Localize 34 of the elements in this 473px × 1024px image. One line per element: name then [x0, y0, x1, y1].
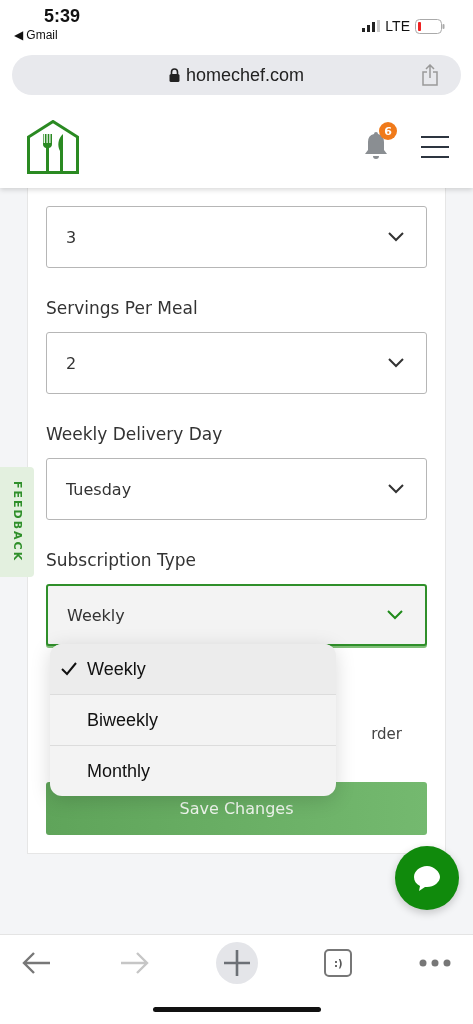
partial-text: rder: [371, 725, 402, 743]
chevron-down-icon: [387, 610, 403, 620]
tabs-button[interactable]: :): [324, 949, 353, 977]
menu-icon[interactable]: [421, 135, 449, 159]
new-tab-button[interactable]: [215, 942, 258, 984]
back-arrow-icon[interactable]: [22, 951, 52, 975]
speech-bubble-icon: [413, 865, 441, 891]
dropdown-option[interactable]: Biweekly: [50, 695, 336, 746]
url-text: homechef.com: [185, 64, 305, 86]
signal-icon: [362, 20, 381, 32]
chat-button[interactable]: [395, 846, 459, 910]
select-field[interactable]: Weekly: [46, 584, 427, 646]
feedback-tab[interactable]: FEEDBACK: [0, 467, 34, 577]
more-icon[interactable]: [419, 959, 451, 967]
house-fork-knife-logo[interactable]: [27, 120, 79, 174]
field-label: Subscription Type: [46, 550, 198, 572]
address-bar[interactable]: homechef.com: [12, 55, 461, 95]
battery-icon: [415, 18, 445, 34]
dropdown-option[interactable]: Weekly: [50, 644, 336, 695]
notification-badge: 6: [379, 122, 397, 140]
status-time: 5:39: [44, 6, 81, 27]
field-label: Servings Per Meal: [46, 298, 199, 320]
select-field[interactable]: Tuesday: [46, 458, 427, 520]
field-label: Weekly Delivery Day: [46, 424, 224, 446]
checkmark-icon: [60, 662, 77, 676]
chevron-down-icon: [388, 232, 404, 242]
back-to-app-link[interactable]: ◀ Gmail: [14, 28, 81, 42]
network-type: LTE: [385, 18, 410, 34]
share-icon[interactable]: [421, 64, 439, 86]
select-field[interactable]: 3: [46, 206, 427, 268]
chevron-down-icon: [388, 484, 404, 494]
lock-icon: [168, 68, 180, 82]
select-field[interactable]: 2: [46, 332, 427, 394]
chevron-down-icon: [388, 358, 404, 368]
